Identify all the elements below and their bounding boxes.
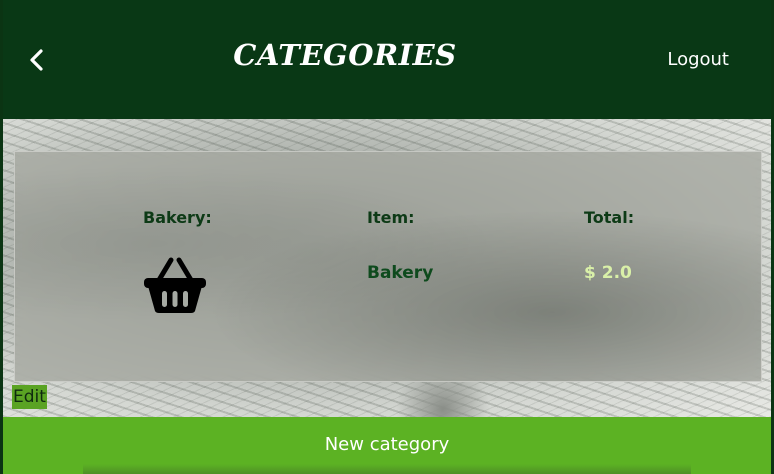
basket-icon [144, 257, 206, 313]
total-header: Total: [584, 208, 635, 227]
page-title: CATEGORIES [233, 38, 457, 72]
app-header: CATEGORIES Logout [3, 0, 771, 119]
total-value: $ 2.0 [584, 263, 632, 283]
new-category-label: New category [324, 434, 450, 455]
category-card: Bakery: Item: Total: Bakery $ 2.0 [14, 151, 762, 382]
logout-button[interactable]: Logout [667, 49, 729, 70]
item-value: Bakery [367, 263, 434, 283]
new-category-button[interactable]: New category [3, 417, 771, 474]
category-name-label: Bakery: [143, 208, 212, 227]
edit-button[interactable]: Edit [12, 385, 47, 409]
item-header: Item: [367, 208, 415, 227]
